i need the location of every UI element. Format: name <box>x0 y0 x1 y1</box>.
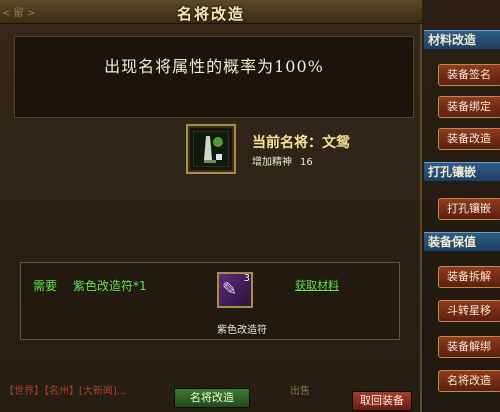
equipment-item-icon <box>193 131 229 167</box>
transform-button[interactable]: 名将改造 <box>174 388 250 408</box>
sidebar-item-general-transform[interactable]: 名将改造 <box>438 370 500 392</box>
current-general-name: 当前名将：文鸳 <box>252 135 350 151</box>
sidebar-item-star-shift[interactable]: 斗转星移 <box>438 300 500 322</box>
chat-trade-text: 出售 <box>290 386 310 397</box>
required-material-text: 紫色改造符*1 <box>73 279 147 293</box>
equipment-slot[interactable] <box>186 124 236 174</box>
material-slot[interactable]: ✎ 3 <box>217 272 253 308</box>
material-quantity: 3 <box>243 273 250 284</box>
right-sidebar: 材料改造 装备签名 装备绑定 装备改造 打孔镶嵌 打孔镶嵌 装备保值 装备拆解 … <box>424 24 500 412</box>
current-bonus: 增加精神 16 <box>252 153 313 168</box>
dialog-title-bar[interactable]: < 留 > 名将改造 <box>0 0 422 24</box>
dialog-title: 名将改造 <box>176 5 245 23</box>
probability-banner: 出现名将属性的概率为100% <box>14 36 414 118</box>
sidebar-item-dismantle[interactable]: 装备拆解 <box>438 266 500 288</box>
sidebar-item-equip-transform[interactable]: 装备改造 <box>438 128 500 150</box>
sidebar-item-unbind[interactable]: 装备解绑 <box>438 336 500 358</box>
get-material-link[interactable]: 获取材料 <box>295 277 339 293</box>
bonus-value: 16 <box>300 157 313 168</box>
sidebar-item-socket[interactable]: 打孔镶嵌 <box>438 198 500 220</box>
world-chat-line: 【世界】【名州】[大新闻]... <box>4 386 127 397</box>
retrieve-equipment-button[interactable]: 取回装备 <box>352 391 412 411</box>
requirement-panel: 需要 紫色改造符*1 ✎ 3 紫色改造符 获取材料 <box>20 262 400 340</box>
section-equip-preserve[interactable]: 装备保值 <box>424 232 500 252</box>
talisman-icon: ✎ <box>222 279 238 300</box>
sidebar-item-equip-sign[interactable]: 装备签名 <box>438 64 500 86</box>
transform-dialog: < 留 > 名将改造 出现名将属性的概率为100% 当前名将：文鸳 增加精神 16… <box>0 0 422 412</box>
section-socket-inlay[interactable]: 打孔镶嵌 <box>424 162 500 182</box>
material-caption: 紫色改造符 <box>217 325 267 336</box>
probability-text: 出现名将属性的概率为100% <box>104 57 324 76</box>
section-material-transform[interactable]: 材料改造 <box>424 30 500 50</box>
bonus-label: 增加精神 <box>252 157 292 168</box>
sidebar-item-equip-bind[interactable]: 装备绑定 <box>438 96 500 118</box>
requirement-label: 需要 <box>33 279 58 293</box>
